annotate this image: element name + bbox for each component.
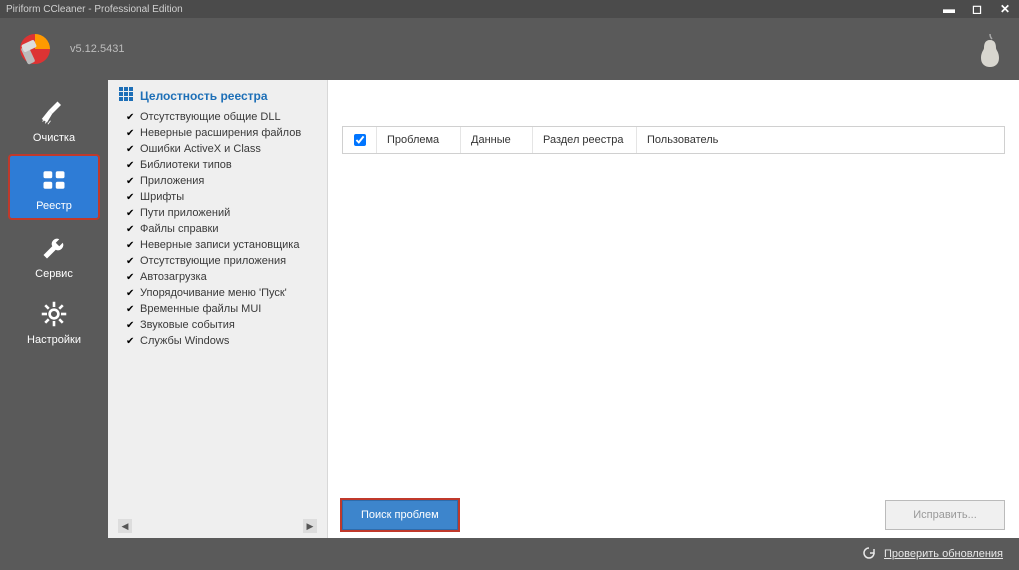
- scroll-left-icon[interactable]: ◀: [118, 519, 132, 533]
- select-all-column[interactable]: [343, 127, 377, 153]
- check-item[interactable]: ✔Отсутствующие приложения: [118, 253, 327, 269]
- window-title: Piriform CCleaner - Professional Edition: [6, 4, 935, 15]
- registry-checks-panel: Целостность реестра ✔Отсутствующие общие…: [108, 80, 328, 538]
- check-item[interactable]: ✔Приложения: [118, 173, 327, 189]
- checkmark-icon: ✔: [126, 272, 134, 283]
- fix-button[interactable]: Исправить...: [885, 500, 1005, 530]
- check-item[interactable]: ✔Автозагрузка: [118, 269, 327, 285]
- checkmark-icon: ✔: [126, 160, 134, 171]
- select-all-checkbox[interactable]: [354, 134, 366, 146]
- column-registry-key[interactable]: Раздел реестра: [533, 127, 637, 153]
- broom-icon: [38, 96, 70, 128]
- check-item[interactable]: ✔Библиотеки типов: [118, 157, 327, 173]
- wrench-icon: [38, 232, 70, 264]
- checkmark-icon: ✔: [126, 112, 134, 123]
- results-panel: Проблема Данные Раздел реестра Пользоват…: [328, 80, 1019, 538]
- checkmark-icon: ✔: [126, 336, 134, 347]
- sidebar-item-label: Сервис: [35, 268, 73, 280]
- footer: Проверить обновления: [0, 538, 1019, 570]
- check-item[interactable]: ✔Службы Windows: [118, 333, 327, 349]
- sidebar-item-label: Настройки: [27, 334, 81, 346]
- column-problem[interactable]: Проблема: [377, 127, 461, 153]
- gear-icon: [38, 298, 70, 330]
- check-item[interactable]: ✔Упорядочивание меню 'Пуск': [118, 285, 327, 301]
- grid-icon: [38, 164, 70, 196]
- checkmark-icon: ✔: [126, 256, 134, 267]
- check-item[interactable]: ✔Шрифты: [118, 189, 327, 205]
- check-item[interactable]: ✔Отсутствующие общие DLL: [118, 109, 327, 125]
- registry-check-list: ✔Отсутствующие общие DLL ✔Неверные расши…: [118, 109, 327, 349]
- horizontal-scrollbar[interactable]: ◀ ▶: [118, 518, 317, 534]
- checkmark-icon: ✔: [126, 240, 134, 251]
- checkmark-icon: ✔: [126, 304, 134, 315]
- grid-small-icon: [118, 86, 134, 105]
- check-item[interactable]: ✔Файлы справки: [118, 221, 327, 237]
- check-item[interactable]: ✔Неверные записи установщика: [118, 237, 327, 253]
- check-item[interactable]: ✔Пути приложений: [118, 205, 327, 221]
- column-data[interactable]: Данные: [461, 127, 533, 153]
- check-item[interactable]: ✔Звуковые события: [118, 317, 327, 333]
- header: v5.12.5431: [0, 18, 1019, 80]
- checkmark-icon: ✔: [126, 288, 134, 299]
- titlebar: Piriform CCleaner - Professional Edition…: [0, 0, 1019, 18]
- app-logo-icon: [14, 28, 56, 70]
- registry-heading: Целостность реестра: [118, 86, 327, 105]
- sidebar: Очистка Реестр Сервис Настройки: [0, 80, 108, 538]
- checkmark-icon: ✔: [126, 192, 134, 203]
- action-bar: Поиск проблем Исправить...: [342, 500, 1005, 530]
- sidebar-item-label: Очистка: [33, 132, 75, 144]
- minimize-button[interactable]: ▬: [935, 0, 963, 18]
- check-item[interactable]: ✔Ошибки ActiveX и Class: [118, 141, 327, 157]
- pear-icon: [975, 30, 1005, 68]
- close-button[interactable]: ✕: [991, 0, 1019, 18]
- sidebar-item-label: Реестр: [36, 200, 72, 212]
- registry-heading-label: Целостность реестра: [140, 89, 268, 103]
- check-item[interactable]: ✔Временные файлы MUI: [118, 301, 327, 317]
- checkmark-icon: ✔: [126, 224, 134, 235]
- sidebar-item-clean[interactable]: Очистка: [8, 88, 100, 150]
- checkmark-icon: ✔: [126, 320, 134, 331]
- checkmark-icon: ✔: [126, 144, 134, 155]
- scroll-right-icon[interactable]: ▶: [303, 519, 317, 533]
- sidebar-item-registry[interactable]: Реестр: [8, 154, 100, 220]
- column-user[interactable]: Пользователь: [637, 127, 1004, 153]
- scan-button[interactable]: Поиск проблем: [342, 500, 458, 530]
- sidebar-item-tools[interactable]: Сервис: [8, 224, 100, 286]
- checkmark-icon: ✔: [126, 208, 134, 219]
- check-item[interactable]: ✔Неверные расширения файлов: [118, 125, 327, 141]
- scroll-track[interactable]: [132, 519, 303, 533]
- maximize-button[interactable]: ◻: [963, 0, 991, 18]
- version-label: v5.12.5431: [70, 43, 124, 55]
- check-updates-link[interactable]: Проверить обновления: [884, 548, 1003, 560]
- checkmark-icon: ✔: [126, 128, 134, 139]
- results-table-header: Проблема Данные Раздел реестра Пользоват…: [342, 126, 1005, 154]
- checkmark-icon: ✔: [126, 176, 134, 187]
- refresh-icon: [862, 546, 876, 563]
- sidebar-item-settings[interactable]: Настройки: [8, 290, 100, 352]
